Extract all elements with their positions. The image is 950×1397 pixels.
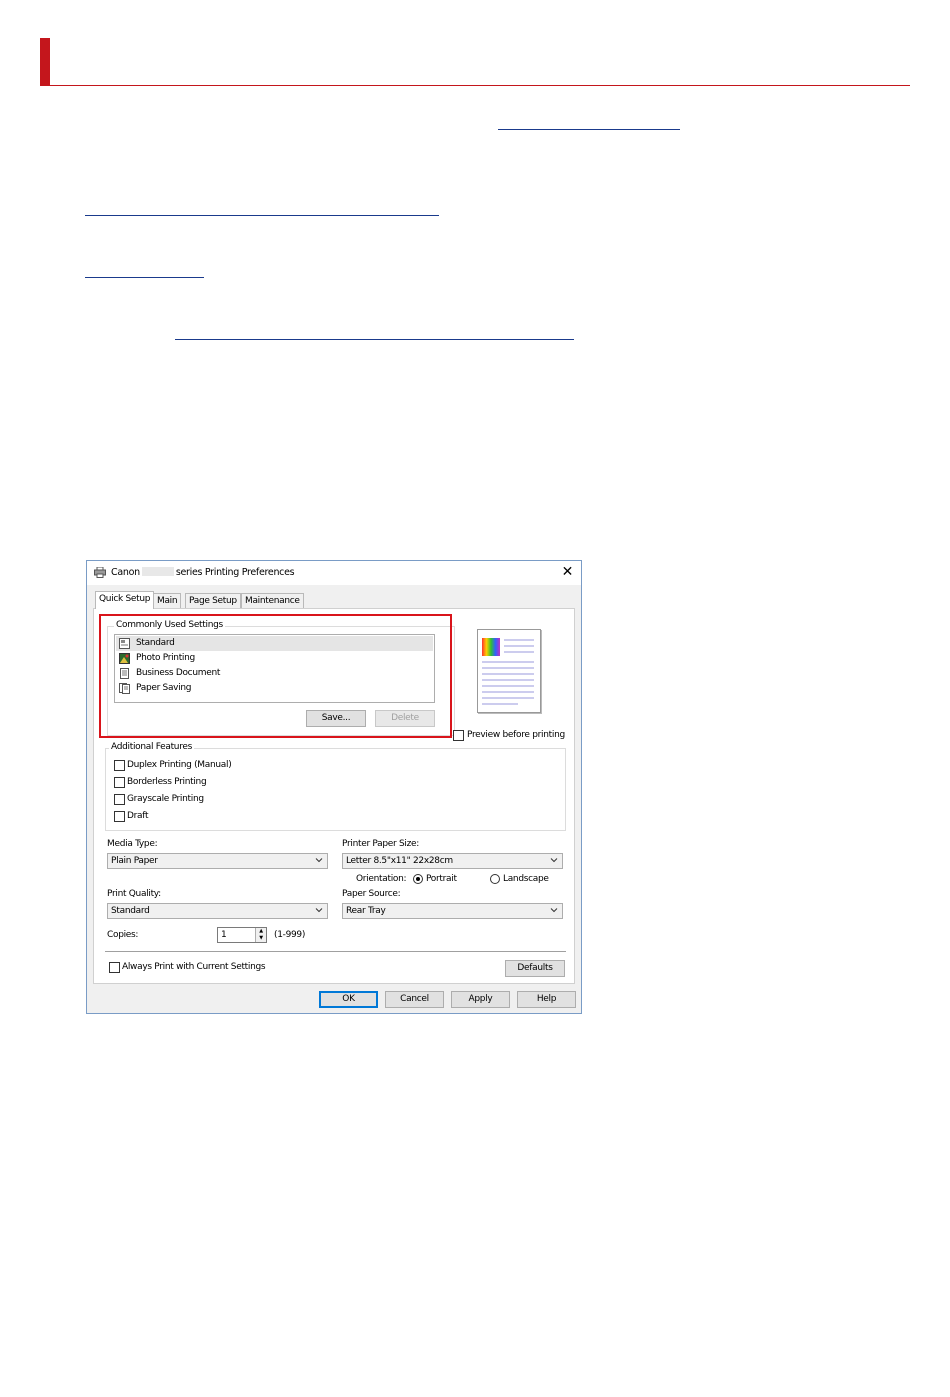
dialog-title: Canon series Printing Preferences	[111, 567, 295, 578]
printer-paper-size-select[interactable]: Letter 8.5"x11" 22x28cm	[342, 853, 563, 869]
preview-before-printing-label: Preview before printing	[467, 730, 565, 740]
copies-label: Copies:	[107, 930, 139, 940]
link-underline-3[interactable]	[85, 277, 204, 278]
stepper-arrows-icon[interactable]: ▲ ▼	[255, 928, 266, 942]
tab-maintenance[interactable]: Maintenance	[241, 593, 304, 608]
quick-setup-panel: Commonly Used Settings Standard Photo Pr…	[93, 608, 575, 984]
cancel-button[interactable]: Cancel	[385, 991, 444, 1008]
additional-features-label: Additional Features	[109, 742, 195, 752]
preview-before-printing-checkbox[interactable]	[453, 730, 464, 741]
title-bar: Canon series Printing Preferences ✕	[87, 561, 581, 585]
model-name-mask	[141, 567, 174, 576]
highlight-frame	[99, 614, 452, 738]
link-underline-4[interactable]	[175, 339, 574, 340]
heading-accent-bar	[40, 38, 50, 86]
tab-quick-setup[interactable]: Quick Setup	[95, 591, 155, 609]
separator	[105, 951, 566, 952]
landscape-label: Landscape	[503, 874, 549, 884]
printer-paper-size-label: Printer Paper Size:	[342, 839, 419, 849]
print-preview-thumbnail	[477, 629, 541, 713]
duplex-printing-checkbox[interactable]	[114, 760, 125, 771]
radio-selected-dot	[416, 877, 420, 881]
tab-page-setup[interactable]: Page Setup	[185, 593, 241, 608]
portrait-label: Portrait	[426, 874, 457, 884]
borderless-printing-label: Borderless Printing	[127, 777, 207, 787]
copies-stepper[interactable]: 1 ▲ ▼	[217, 927, 267, 943]
print-quality-label: Print Quality:	[107, 889, 161, 899]
borderless-printing-checkbox[interactable]	[114, 777, 125, 788]
paper-source-label: Paper Source:	[342, 889, 401, 899]
close-icon[interactable]: ✕	[562, 564, 574, 580]
grayscale-printing-label: Grayscale Printing	[127, 794, 204, 804]
always-print-label: Always Print with Current Settings	[122, 962, 266, 972]
media-type-label: Media Type:	[107, 839, 158, 849]
chevron-down-icon	[315, 908, 323, 913]
heading-rule	[40, 85, 910, 86]
ok-button[interactable]: OK	[319, 991, 378, 1008]
printer-icon	[94, 567, 106, 578]
portrait-radio[interactable]	[413, 874, 423, 884]
apply-button[interactable]: Apply	[451, 991, 510, 1008]
print-quality-select[interactable]: Standard	[107, 903, 328, 919]
grayscale-printing-checkbox[interactable]	[114, 794, 125, 805]
paper-source-select[interactable]: Rear Tray	[342, 903, 563, 919]
link-underline-1[interactable]	[498, 129, 680, 130]
duplex-printing-label: Duplex Printing (Manual)	[127, 760, 232, 770]
help-button[interactable]: Help	[517, 991, 576, 1008]
always-print-checkbox[interactable]	[109, 962, 120, 973]
draft-label: Draft	[127, 811, 149, 821]
draft-checkbox[interactable]	[114, 811, 125, 822]
chevron-down-icon	[550, 858, 558, 863]
link-underline-2[interactable]	[85, 215, 439, 216]
printing-preferences-dialog: Canon series Printing Preferences ✕ Quick…	[86, 560, 582, 1014]
defaults-button[interactable]: Defaults	[505, 960, 565, 977]
preview-image-icon	[482, 638, 534, 705]
orientation-label: Orientation:	[356, 874, 407, 884]
chevron-down-icon	[550, 908, 558, 913]
chevron-down-icon	[315, 858, 323, 863]
copies-range-label: (1-999)	[274, 930, 306, 940]
copies-value: 1	[221, 930, 227, 940]
landscape-radio[interactable]	[490, 874, 500, 884]
media-type-select[interactable]: Plain Paper	[107, 853, 328, 869]
tab-main[interactable]: Main	[153, 593, 182, 608]
